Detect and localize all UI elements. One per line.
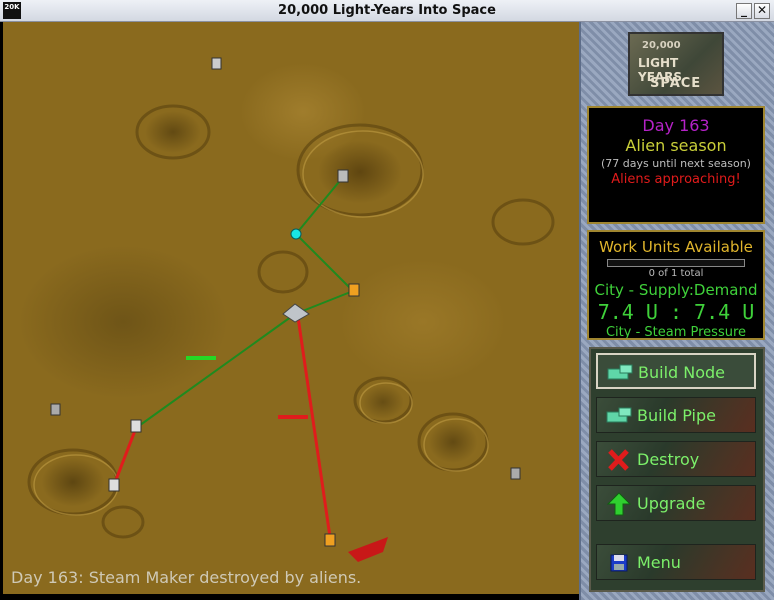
node[interactable] <box>211 57 222 70</box>
season-label: Alien season <box>625 136 727 155</box>
crater <box>491 198 555 246</box>
damage-marker <box>278 415 308 419</box>
build-pipe-button[interactable]: Build Pipe <box>596 397 756 433</box>
window-title: 20,000 Light-Years Into Space <box>278 3 496 18</box>
crater-highlight <box>33 454 119 516</box>
season-info-panel: Day 163 Alien season (77 days until next… <box>587 106 765 224</box>
floppy-disk-icon <box>610 554 628 572</box>
node[interactable] <box>50 403 61 416</box>
alien-marker <box>186 356 216 360</box>
game-logo: 20,000 LIGHT YEARS SPACE <box>628 32 724 96</box>
upgrade-label: Upgrade <box>637 494 706 513</box>
supply-demand-values: 7.4 U : 7.4 U <box>597 300 755 324</box>
node[interactable] <box>290 228 302 240</box>
alien-ship <box>348 537 388 562</box>
logo-text: SPACE <box>650 76 702 91</box>
pipe-icon <box>606 407 632 423</box>
pipe[interactable] <box>135 313 296 429</box>
crater <box>353 376 413 424</box>
pipe-broken[interactable] <box>112 427 138 486</box>
node[interactable] <box>324 533 336 547</box>
build-node-label: Build Node <box>638 363 726 382</box>
minimize-button[interactable]: _ <box>736 3 752 19</box>
alien-warning: Aliens approaching! <box>611 172 741 187</box>
work-units-panel: Work Units Available 0 of 1 total City -… <box>587 230 765 340</box>
logo-text: 20,000 <box>642 40 681 51</box>
action-menu: Build Node Build Pipe Destroy Upgrade Me… <box>589 347 765 592</box>
pipe-broken[interactable] <box>296 316 332 538</box>
supply-demand-title: City - Supply:Demand <box>594 281 758 299</box>
destroy-label: Destroy <box>637 450 700 469</box>
work-units-count: 0 of 1 total <box>648 268 704 279</box>
node[interactable] <box>348 283 360 297</box>
crater <box>27 448 119 516</box>
day-counter: Day 163 <box>642 116 710 135</box>
node[interactable] <box>337 169 349 183</box>
crater-highlight <box>359 382 413 424</box>
work-units-bar <box>607 259 745 267</box>
network-overlay <box>27 57 555 562</box>
status-message: Day 163: Steam Maker destroyed by aliens… <box>11 568 362 587</box>
side-panel: 20,000 LIGHT YEARS SPACE Day 163 Alien s… <box>579 22 774 600</box>
upgrade-button[interactable]: Upgrade <box>596 485 756 521</box>
work-units-title: Work Units Available <box>599 238 753 256</box>
destroy-button[interactable]: Destroy <box>596 441 756 477</box>
crater <box>135 104 211 160</box>
game-map[interactable]: Day 163: Steam Maker destroyed by aliens… <box>3 22 579 594</box>
crater <box>417 412 489 472</box>
node[interactable] <box>108 478 120 492</box>
close-button[interactable]: ✕ <box>754 3 770 19</box>
window-titlebar[interactable]: 20K 20,000 Light-Years Into Space _ ✕ <box>0 0 774 22</box>
crater <box>257 250 309 294</box>
menu-button[interactable]: Menu <box>596 544 756 580</box>
crater <box>101 505 145 539</box>
node[interactable] <box>130 419 142 433</box>
node[interactable] <box>510 467 521 480</box>
green-up-arrow-icon <box>606 492 632 516</box>
build-node-button[interactable]: Build Node <box>596 353 756 389</box>
red-x-icon <box>608 449 629 471</box>
crater-rims <box>27 104 555 539</box>
menu-label: Menu <box>637 553 681 572</box>
build-pipe-label: Build Pipe <box>637 406 716 425</box>
crater-highlight <box>423 418 489 472</box>
node-icon <box>607 364 633 380</box>
steam-pressure-title: City - Steam Pressure <box>605 325 747 340</box>
season-countdown: (77 days until next season) <box>601 157 751 170</box>
